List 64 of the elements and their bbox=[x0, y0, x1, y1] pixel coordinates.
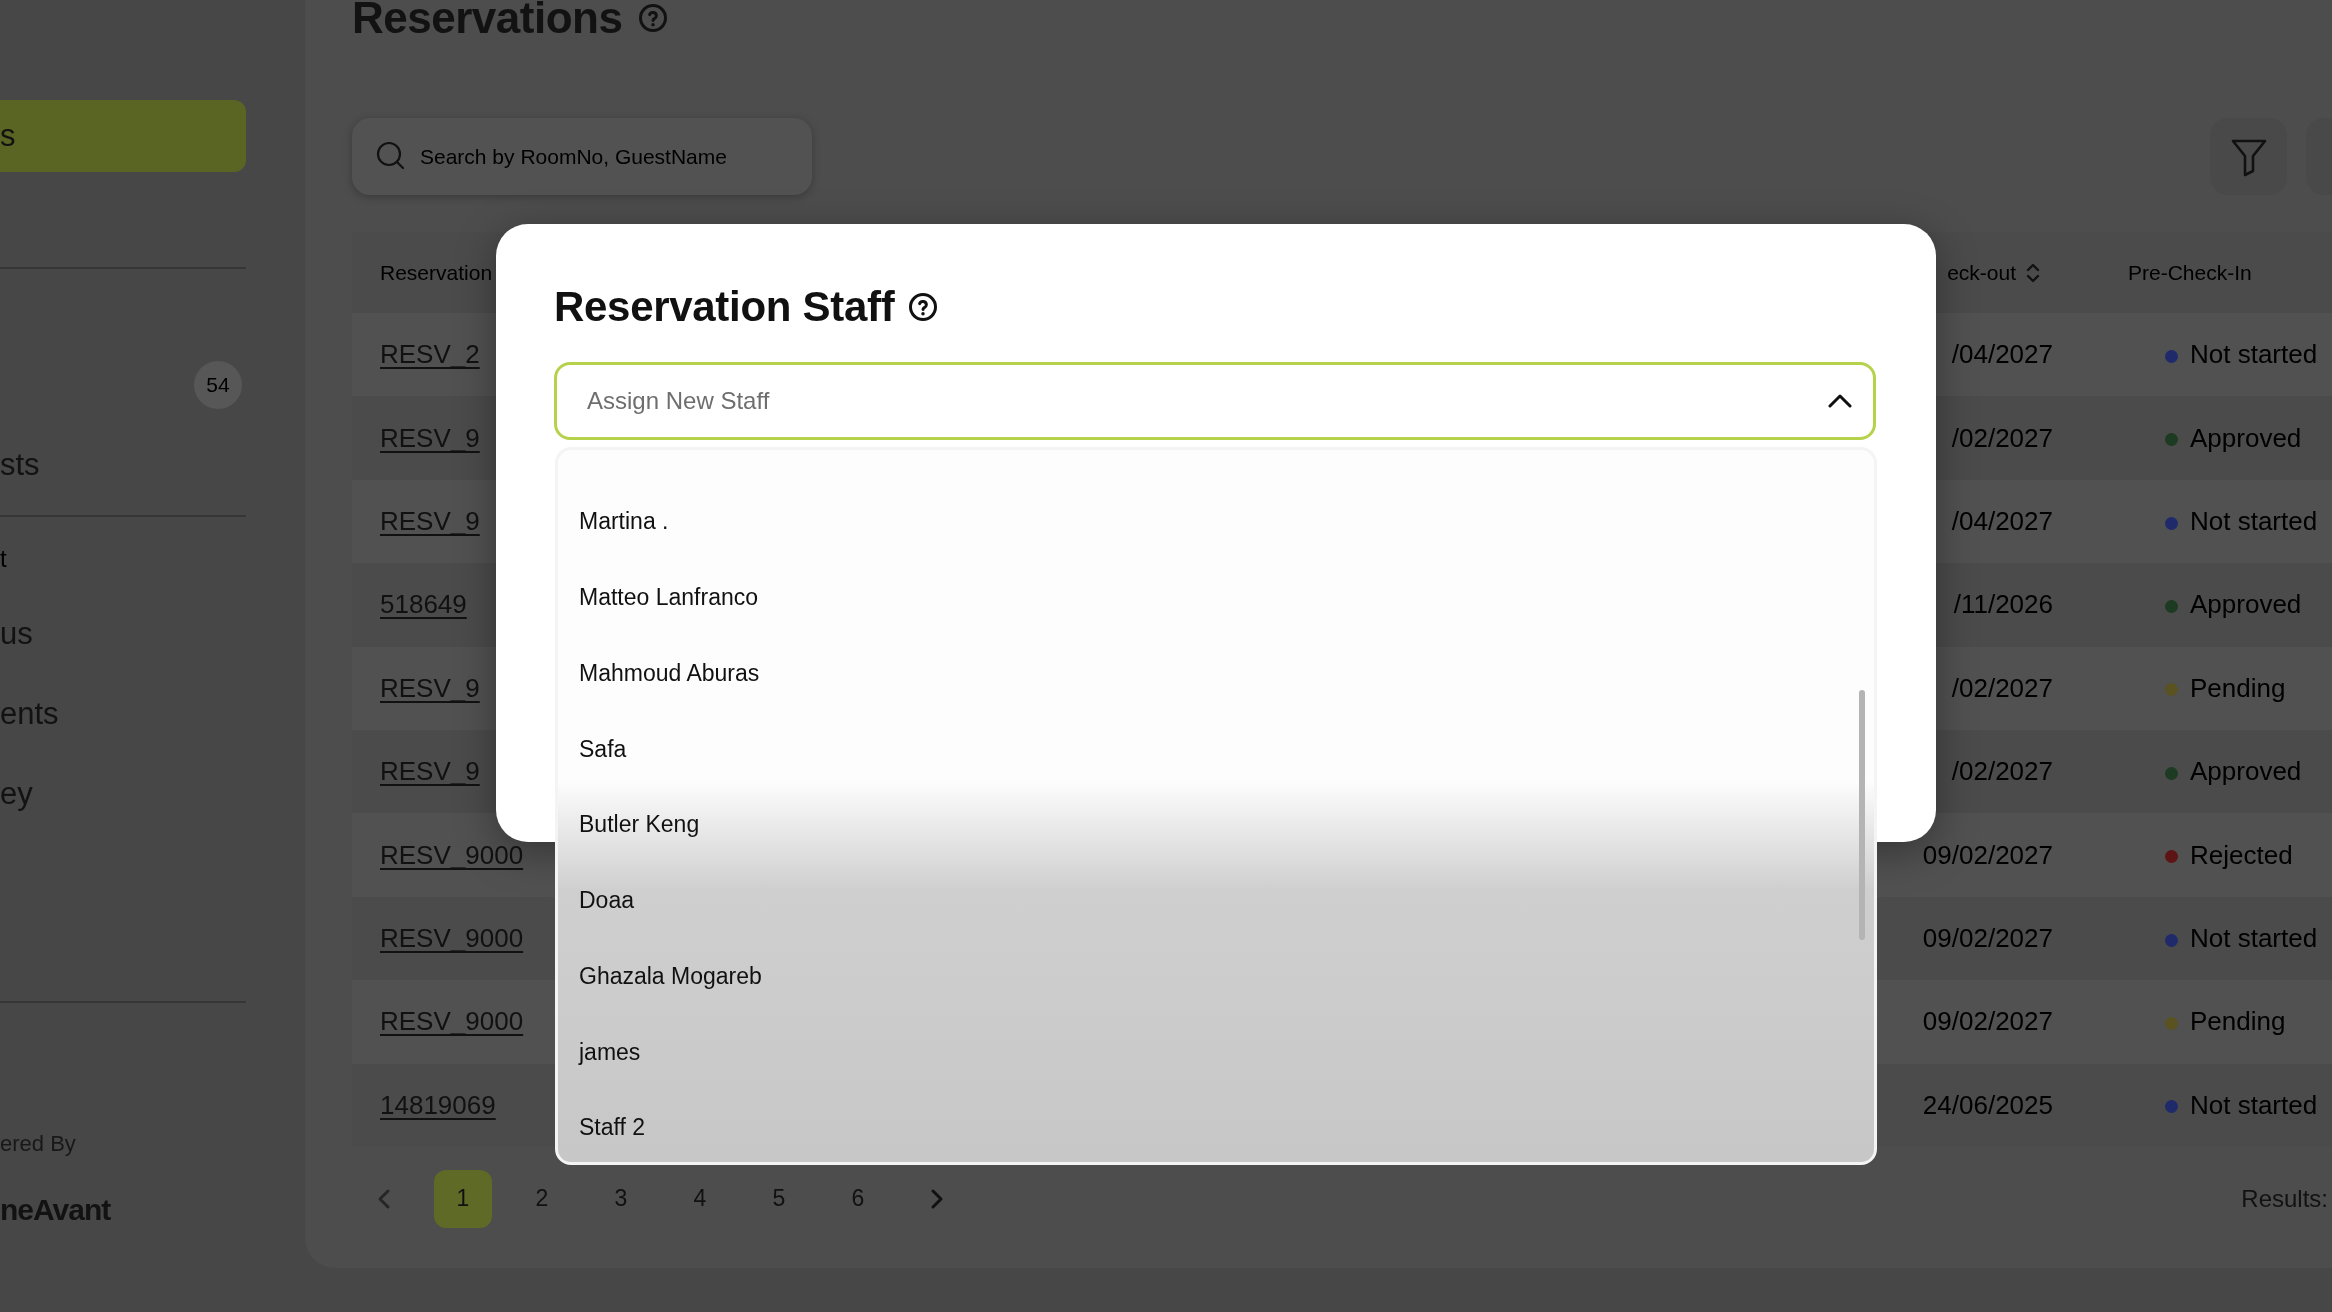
dropdown-option[interactable]: Ghazala Mogareb bbox=[558, 938, 1874, 1015]
search-field[interactable]: Search by RoomNo, GuestName bbox=[352, 118, 812, 195]
page-button[interactable]: 5 bbox=[750, 1169, 808, 1228]
dropdown-option[interactable]: Doaa bbox=[558, 862, 1874, 939]
status-label: Pending bbox=[2190, 672, 2286, 703]
status-label: Not started bbox=[2190, 1089, 2318, 1120]
reservation-link[interactable]: 518649 bbox=[380, 589, 467, 620]
modal-title: Reservation Staff bbox=[554, 283, 895, 331]
date-text: /02/2027 bbox=[1951, 756, 2053, 787]
reservation-link[interactable]: RESV_9000 bbox=[380, 839, 524, 870]
reservation-link[interactable]: RESV_9 bbox=[380, 422, 480, 453]
dropdown-option[interactable]: Safa bbox=[558, 711, 1874, 787]
status-label: Approved bbox=[2190, 422, 2302, 453]
date-text: 09/02/2027 bbox=[1922, 1006, 2053, 1037]
page-button[interactable]: 3 bbox=[592, 1169, 650, 1228]
reservation-link[interactable]: RESV_2 bbox=[380, 339, 480, 370]
page-title: Reservations bbox=[352, 0, 623, 43]
status-label: Not started bbox=[2190, 339, 2318, 370]
chevron-right-icon bbox=[930, 1187, 944, 1210]
date-text: 09/02/2027 bbox=[1922, 839, 2053, 870]
reservation-link[interactable]: RESV_9 bbox=[380, 756, 480, 787]
staff-select[interactable]: Assign New Staff bbox=[554, 362, 1876, 440]
dropdown-option[interactable]: james bbox=[558, 1014, 1874, 1090]
status-label: Approved bbox=[2190, 756, 2302, 787]
date-text: 09/02/2027 bbox=[1922, 922, 2053, 953]
status-label: Approved bbox=[2190, 589, 2302, 620]
column-header[interactable]: eck-out bbox=[1947, 260, 2016, 285]
dropdown-option[interactable]: Matteo Lanfranco bbox=[558, 559, 1874, 636]
dropdown-option[interactable]: Martina . bbox=[558, 484, 1874, 560]
dropdown-option[interactable]: Staff 2 bbox=[558, 1090, 1874, 1162]
scrollbar-thumb[interactable] bbox=[1859, 690, 1865, 940]
reservation-link[interactable]: 14819069 bbox=[380, 1089, 496, 1120]
status-label: Not started bbox=[2190, 922, 2318, 953]
search-icon bbox=[376, 141, 406, 171]
page-button[interactable]: 2 bbox=[513, 1169, 571, 1228]
column-header: Pre-Check-In bbox=[2128, 260, 2252, 285]
reservation-link[interactable]: RESV_9000 bbox=[380, 1006, 524, 1037]
column-header: Reservation bbox=[380, 260, 493, 285]
date-text: /02/2027 bbox=[1951, 672, 2053, 703]
reservation-link[interactable]: RESV_9000 bbox=[380, 922, 524, 953]
status-label: Pending bbox=[2190, 1006, 2286, 1037]
date-text: /04/2027 bbox=[1951, 505, 2053, 536]
reservation-link[interactable]: RESV_9 bbox=[380, 505, 480, 536]
dropdown-option[interactable]: Mahmoud Aburas bbox=[558, 635, 1874, 712]
chevron-up-icon[interactable] bbox=[1828, 393, 1852, 409]
date-text: /02/2027 bbox=[1951, 422, 2053, 453]
page-button[interactable]: 1 bbox=[434, 1169, 492, 1228]
date-text: /04/2027 bbox=[1951, 339, 2053, 370]
page-button[interactable]: 4 bbox=[671, 1169, 729, 1228]
section-label: t bbox=[0, 544, 8, 574]
results-label: Results: bbox=[2241, 1184, 2328, 1213]
reservation-link[interactable]: RESV_9 bbox=[380, 672, 480, 703]
sidebar-item[interactable]: s bbox=[0, 100, 246, 172]
date-text: 24/06/2025 bbox=[1922, 1089, 2053, 1120]
date-text: /11/2026 bbox=[1953, 589, 2053, 620]
sort-icon[interactable] bbox=[2026, 261, 2040, 284]
status-label: Not started bbox=[2190, 505, 2318, 536]
chevron-left-icon bbox=[377, 1187, 391, 1210]
count-badge: 54 bbox=[194, 361, 242, 409]
status-label: Rejected bbox=[2190, 839, 2293, 870]
filter-button[interactable] bbox=[2210, 118, 2287, 195]
page-button[interactable]: 6 bbox=[829, 1169, 887, 1228]
dropdown-option[interactable]: Butler Keng bbox=[558, 787, 1874, 863]
help-icon[interactable] bbox=[908, 292, 939, 322]
